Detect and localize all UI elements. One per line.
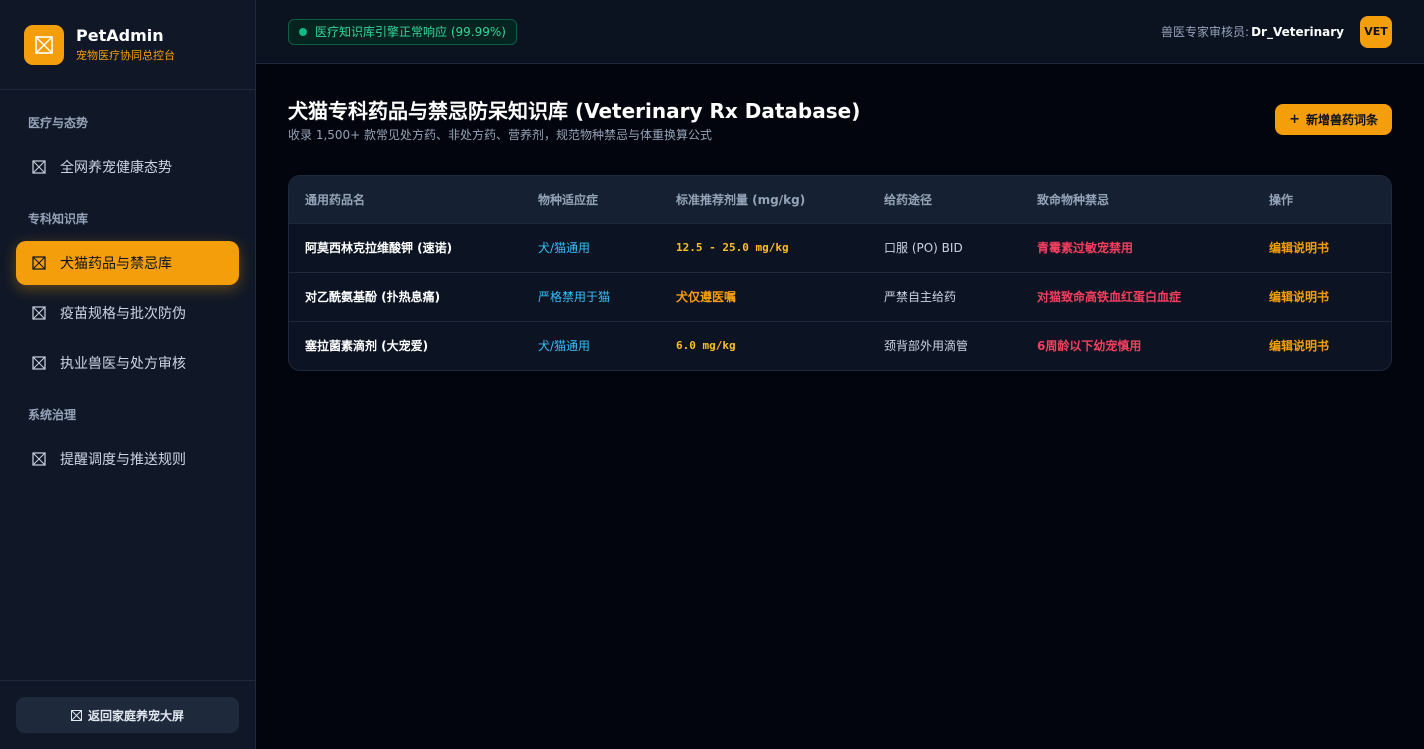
edit-manual-link[interactable]: 编辑说明书 bbox=[1253, 223, 1391, 272]
status-dot-icon bbox=[299, 27, 307, 36]
column-header: 物种适应症 bbox=[538, 192, 599, 207]
column-header: 致命物种禁忌 bbox=[1037, 192, 1110, 207]
route-cell: 口服 (PO) BID bbox=[884, 241, 963, 255]
main-area: 医疗知识库引擎正常响应 (99.99%) 兽医专家审核员: Dr_Veterin… bbox=[256, 0, 1424, 749]
sidebar-item-label: 全网养宠健康态势 bbox=[60, 160, 172, 176]
species-cell: 犬/猫通用 bbox=[538, 241, 591, 255]
add-drug-button[interactable]: + 新增兽药词条 bbox=[1275, 104, 1392, 135]
app-root: PetAdmin 宠物医疗协同总控台 医疗与态势 全网养宠健康态势 专科知识库 … bbox=[0, 0, 1424, 749]
sidebar-item-vaccine-batches[interactable]: 疫苗规格与批次防伪 bbox=[16, 291, 239, 335]
table-header-row: 通用药品名 物种适应症 标准推荐剂量 (mg/kg) 给药途径 致命物种禁忌 操… bbox=[289, 176, 1391, 223]
sidebar-nav: 医疗与态势 全网养宠健康态势 专科知识库 犬猫药品与禁忌库 疫苗规格与批次防伪 … bbox=[0, 90, 255, 481]
broken-image-icon bbox=[32, 452, 46, 466]
sidebar-item-drug-database[interactable]: 犬猫药品与禁忌库 bbox=[16, 241, 239, 285]
nav-section-label: 专科知识库 bbox=[28, 212, 89, 226]
nav-section-label: 系统治理 bbox=[28, 408, 77, 422]
species-cell: 犬/猫通用 bbox=[538, 339, 591, 354]
brand-subtitle: 宠物医疗协同总控台 bbox=[76, 48, 175, 62]
contraindication-cell: 对猫致命高铁血红蛋白血症 bbox=[1037, 290, 1182, 304]
dose-cell: 12.5 - 25.0 mg/kg bbox=[676, 241, 789, 254]
column-header: 标准推荐剂量 (mg/kg) bbox=[676, 192, 806, 207]
status-text: 医疗知识库引擎正常响应 (99.99%) bbox=[315, 25, 506, 39]
brand-title: PetAdmin bbox=[76, 25, 164, 45]
brand: PetAdmin 宠物医疗协同总控台 bbox=[0, 0, 255, 90]
table-row: 阿莫西林克拉维酸钾 (速诺) 犬/猫通用 12.5 - 25.0 mg/kg 口… bbox=[289, 223, 1391, 272]
page-header: 犬猫专科药品与禁忌防呆知识库 (Veterinary Rx Database) … bbox=[288, 96, 1392, 143]
status-badge: 医疗知识库引擎正常响应 (99.99%) bbox=[288, 18, 517, 45]
broken-image-icon bbox=[32, 160, 46, 174]
page-title: 犬猫专科药品与禁忌防呆知识库 (Veterinary Rx Database) bbox=[288, 99, 861, 123]
sidebar-item-reminder-rules[interactable]: 提醒调度与推送规则 bbox=[16, 437, 239, 481]
route-cell: 颈背部外用滴管 bbox=[884, 339, 969, 354]
back-button-label: 返回家庭养宠大屏 bbox=[87, 708, 184, 723]
table-row: 对乙酰氨基酚 (扑热息痛) 严格禁用于猫 犬仅遵医嘱 严禁自主给药 对猫致命高铁… bbox=[289, 272, 1391, 321]
contraindication-cell: 青霉素过敏宠禁用 bbox=[1037, 241, 1134, 255]
edit-manual-link[interactable]: 编辑说明书 bbox=[1253, 321, 1391, 370]
back-to-home-button[interactable]: 返回家庭养宠大屏 bbox=[16, 697, 239, 733]
column-header: 操作 bbox=[1269, 192, 1294, 207]
nav-section-label: 医疗与态势 bbox=[28, 116, 89, 130]
sidebar: PetAdmin 宠物医疗协同总控台 医疗与态势 全网养宠健康态势 专科知识库 … bbox=[0, 0, 256, 749]
avatar[interactable]: VET bbox=[1360, 15, 1392, 48]
content: 犬猫专科药品与禁忌防呆知识库 (Veterinary Rx Database) … bbox=[256, 64, 1424, 371]
logo-icon bbox=[24, 24, 64, 65]
sidebar-item-label: 犬猫药品与禁忌库 bbox=[60, 256, 172, 272]
broken-image-icon bbox=[70, 709, 82, 721]
species-cell: 严格禁用于猫 bbox=[538, 290, 611, 304]
broken-image-icon bbox=[32, 306, 46, 320]
reviewer-label: 兽医专家审核员: bbox=[1161, 25, 1250, 39]
broken-image-icon bbox=[32, 356, 46, 370]
route-cell: 严禁自主给药 bbox=[884, 290, 957, 304]
topbar: 医疗知识库引擎正常响应 (99.99%) 兽医专家审核员: Dr_Veterin… bbox=[256, 0, 1424, 64]
drug-name-cell: 阿莫西林克拉维酸钾 (速诺) bbox=[305, 241, 453, 255]
sidebar-footer: 返回家庭养宠大屏 bbox=[0, 680, 255, 749]
drug-name-cell: 对乙酰氨基酚 (扑热息痛) bbox=[305, 290, 441, 304]
plus-icon: + bbox=[1289, 112, 1300, 127]
dose-cell: 犬仅遵医嘱 bbox=[676, 290, 737, 304]
table-row: 塞拉菌素滴剂 (大宠爱) 犬/猫通用 6.0 mg/kg 颈背部外用滴管 6周龄… bbox=[289, 321, 1391, 370]
column-header: 通用药品名 bbox=[305, 192, 366, 207]
sidebar-item-label: 疫苗规格与批次防伪 bbox=[60, 306, 186, 322]
page-subtitle: 收录 1,500+ 款常见处方药、非处方药、营养剂，规范物种禁忌与体重换算公式 bbox=[288, 128, 713, 142]
drug-name-cell: 塞拉菌素滴剂 (大宠爱) bbox=[305, 339, 429, 354]
sidebar-item-health-overview[interactable]: 全网养宠健康态势 bbox=[16, 145, 239, 189]
broken-image-icon bbox=[32, 256, 46, 270]
sidebar-item-label: 执业兽医与处方审核 bbox=[60, 356, 186, 372]
dose-cell: 6.0 mg/kg bbox=[676, 339, 736, 353]
add-button-label: 新增兽药词条 bbox=[1305, 113, 1378, 127]
contraindication-cell: 6周龄以下幼宠慎用 bbox=[1037, 339, 1142, 354]
sidebar-item-label: 提醒调度与推送规则 bbox=[60, 452, 186, 468]
drug-table: 通用药品名 物种适应症 标准推荐剂量 (mg/kg) 给药途径 致命物种禁忌 操… bbox=[288, 175, 1392, 371]
sidebar-item-vet-prescriptions[interactable]: 执业兽医与处方审核 bbox=[16, 341, 239, 385]
reviewer-name: Dr_Veterinary bbox=[1251, 24, 1344, 39]
edit-manual-link[interactable]: 编辑说明书 bbox=[1253, 272, 1391, 321]
column-header: 给药途径 bbox=[884, 192, 933, 207]
reviewer-info: 兽医专家审核员: Dr_Veterinary VET bbox=[1161, 15, 1392, 48]
